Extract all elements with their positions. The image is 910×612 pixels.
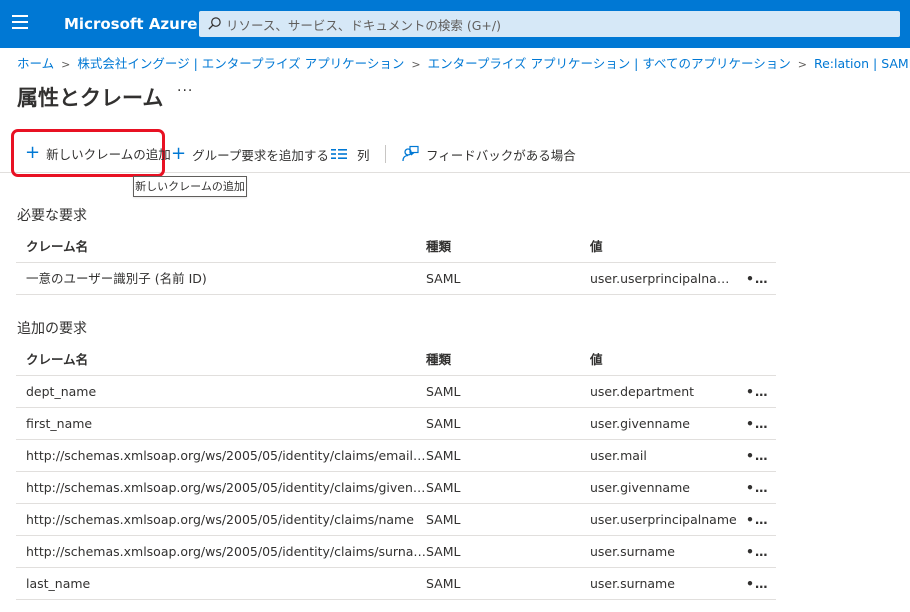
more-icon[interactable]: ••• — [746, 568, 770, 600]
claim-name: last_name — [26, 576, 91, 591]
columns-button[interactable]: 列 — [331, 135, 370, 173]
claim-value: user.givenname — [590, 416, 690, 431]
add-group-claim-label: グループ要求を追加する — [192, 147, 329, 163]
table-row[interactable]: http://schemas.xmlsoap.org/ws/2005/05/id… — [16, 440, 776, 472]
table-row[interactable]: 一意のユーザー識別子 (名前 ID) SAML user.userprincip… — [16, 263, 776, 295]
feedback-button[interactable]: フィードバックがある場合 — [401, 135, 576, 173]
chevron-right-icon: > — [411, 58, 421, 71]
more-icon[interactable]: ··· — [177, 83, 193, 99]
add-group-claim-button[interactable]: + グループ要求を追加する — [171, 135, 329, 173]
more-icon[interactable]: ••• — [746, 440, 770, 472]
table-row[interactable]: http://schemas.xmlsoap.org/ws/2005/05/id… — [16, 504, 776, 536]
table-header-row: クレーム名 種類 値 — [16, 231, 776, 263]
claim-type: SAML — [426, 448, 461, 463]
top-bar: Microsoft Azure リソース、サービス、ドキュメントの検索 (G+/… — [0, 0, 910, 48]
chevron-right-icon: > — [61, 58, 71, 71]
claim-name: 一意のユーザー識別子 (名前 ID) — [26, 271, 207, 286]
table-row[interactable]: last_name SAML user.surname ••• — [16, 568, 776, 600]
brand-title[interactable]: Microsoft Azure — [64, 15, 197, 33]
header-claim-name: クレーム名 — [26, 239, 89, 254]
claim-value: user.mail — [590, 448, 647, 463]
claim-name: http://schemas.xmlsoap.org/ws/2005/05/id… — [26, 480, 426, 495]
claim-type: SAML — [426, 416, 461, 431]
claim-name: first_name — [26, 416, 93, 431]
columns-icon — [331, 149, 347, 159]
table-row[interactable]: first_name SAML user.givenname ••• — [16, 408, 776, 440]
header-type: 種類 — [426, 352, 452, 367]
feedback-icon — [402, 145, 419, 162]
claim-value: user.surname — [590, 544, 675, 559]
breadcrumb-home[interactable]: ホーム — [17, 56, 54, 71]
claim-type: SAML — [426, 512, 461, 527]
header-value: 値 — [590, 239, 603, 254]
header-type: 種類 — [426, 239, 452, 254]
plus-icon: + — [171, 143, 187, 164]
claim-value: user.surname — [590, 576, 675, 591]
more-icon[interactable]: ••• — [746, 472, 770, 504]
additional-claims-title: 追加の要求 — [17, 321, 87, 337]
claim-name: http://schemas.xmlsoap.org/ws/2005/05/id… — [26, 448, 426, 463]
page-title: 属性とクレーム — [17, 86, 164, 110]
table-row[interactable]: http://schemas.xmlsoap.org/ws/2005/05/id… — [16, 472, 776, 504]
hamburger-icon[interactable] — [12, 15, 28, 31]
required-claims-table: クレーム名 種類 値 一意のユーザー識別子 (名前 ID) SAML user.… — [16, 231, 776, 295]
claim-value: user.userprincipalname [... — [590, 271, 740, 286]
additional-claims-table: クレーム名 種類 値 dept_name SAML user.departmen… — [16, 344, 776, 600]
more-icon[interactable]: ••• — [746, 376, 770, 408]
columns-label: 列 — [357, 147, 370, 163]
table-row[interactable]: dept_name SAML user.department ••• — [16, 376, 776, 408]
claim-type: SAML — [426, 384, 461, 399]
claim-name: http://schemas.xmlsoap.org/ws/2005/05/id… — [26, 544, 426, 559]
claim-value: user.givenname — [590, 480, 690, 495]
search-icon — [208, 17, 221, 30]
more-icon[interactable]: ••• — [746, 504, 770, 536]
toolbar-divider — [385, 145, 386, 163]
claim-name: http://schemas.xmlsoap.org/ws/2005/05/id… — [26, 512, 414, 527]
plus-icon: + — [25, 142, 41, 163]
claim-value: user.department — [590, 384, 695, 399]
add-claim-tooltip: 新しいクレームの追加 — [133, 176, 247, 197]
add-claim-button[interactable]: + 新しいクレームの追加 — [11, 129, 171, 177]
breadcrumb-tenant-apps[interactable]: 株式会社イングージ | エンタープライズ アプリケーション — [77, 56, 404, 71]
chevron-right-icon: > — [797, 58, 807, 71]
required-claims-title: 必要な要求 — [17, 208, 87, 224]
claim-type: SAML — [426, 480, 461, 495]
claim-type: SAML — [426, 271, 461, 286]
more-icon[interactable]: ••• — [746, 263, 770, 295]
table-header-row: クレーム名 種類 値 — [16, 344, 776, 376]
breadcrumb-all-apps[interactable]: エンタープライズ アプリケーション | すべてのアプリケーション — [428, 56, 791, 71]
claim-type: SAML — [426, 576, 461, 591]
table-row[interactable]: http://schemas.xmlsoap.org/ws/2005/05/id… — [16, 536, 776, 568]
add-claim-label: 新しいクレームの追加 — [46, 146, 171, 162]
more-icon[interactable]: ••• — [746, 536, 770, 568]
breadcrumb-saml-signon[interactable]: Re:lation | SAML ベースのサインオン — [814, 56, 910, 71]
claim-value: user.userprincipalname — [590, 512, 737, 527]
search-input[interactable]: リソース、サービス、ドキュメントの検索 (G+/) — [199, 11, 900, 37]
header-claim-name: クレーム名 — [26, 352, 89, 367]
claim-name: dept_name — [26, 384, 97, 399]
claim-type: SAML — [426, 544, 461, 559]
header-value: 値 — [590, 352, 603, 367]
breadcrumb: ホーム > 株式会社イングージ | エンタープライズ アプリケーション > エンタープラ… — [17, 53, 910, 71]
more-icon[interactable]: ••• — [746, 408, 770, 440]
search-placeholder: リソース、サービス、ドキュメントの検索 (G+/) — [226, 18, 501, 33]
feedback-label: フィードバックがある場合 — [426, 147, 576, 163]
